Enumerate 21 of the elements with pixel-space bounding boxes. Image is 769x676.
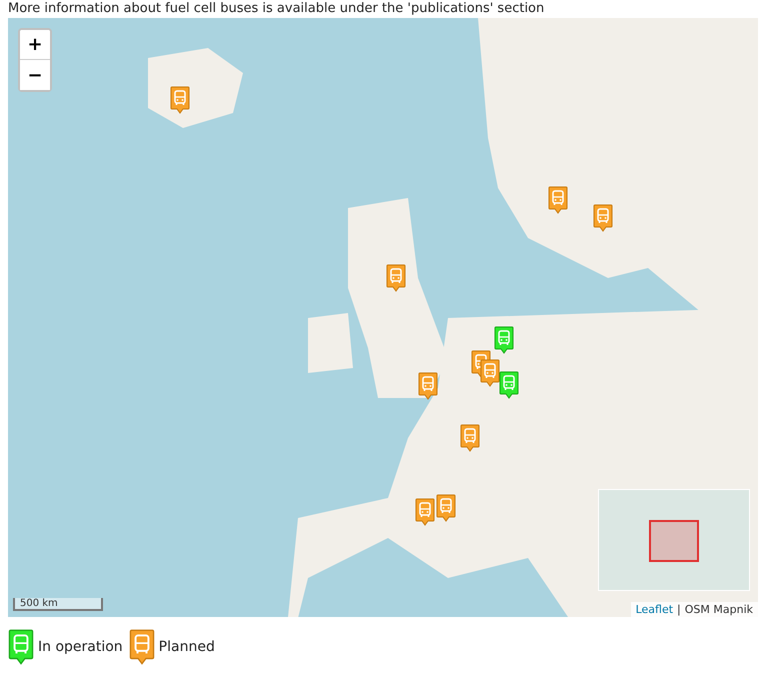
minimap-viewport[interactable] [649,520,699,562]
minimap[interactable] [598,489,750,591]
intro-text: More information about fuel cell buses is available under the 'publications' section [8,0,546,18]
attribution-text: OSM Mapnik [684,603,753,616]
bus-marker-icon[interactable] [436,494,456,522]
legend-label: In operation [38,639,123,655]
bus-marker-icon[interactable] [480,359,500,387]
scale-bar: 500 km [13,598,103,611]
attribution-separator: | [677,603,681,616]
bus-marker-icon[interactable] [460,424,480,452]
zoom-in-button[interactable]: + [20,30,50,60]
bus-marker-icon[interactable] [415,498,435,526]
bus-marker-icon[interactable] [499,371,519,399]
bus-marker-icon[interactable] [170,86,190,114]
bus-marker-icon[interactable] [494,326,514,354]
bus-marker-icon[interactable] [548,186,568,214]
bus-marker-icon[interactable] [386,264,406,292]
bus-marker-icon[interactable] [593,204,613,232]
bus-marker-icon[interactable] [418,372,438,400]
leaflet-link[interactable]: Leaflet [636,603,674,616]
legend-label: Planned [158,639,215,655]
